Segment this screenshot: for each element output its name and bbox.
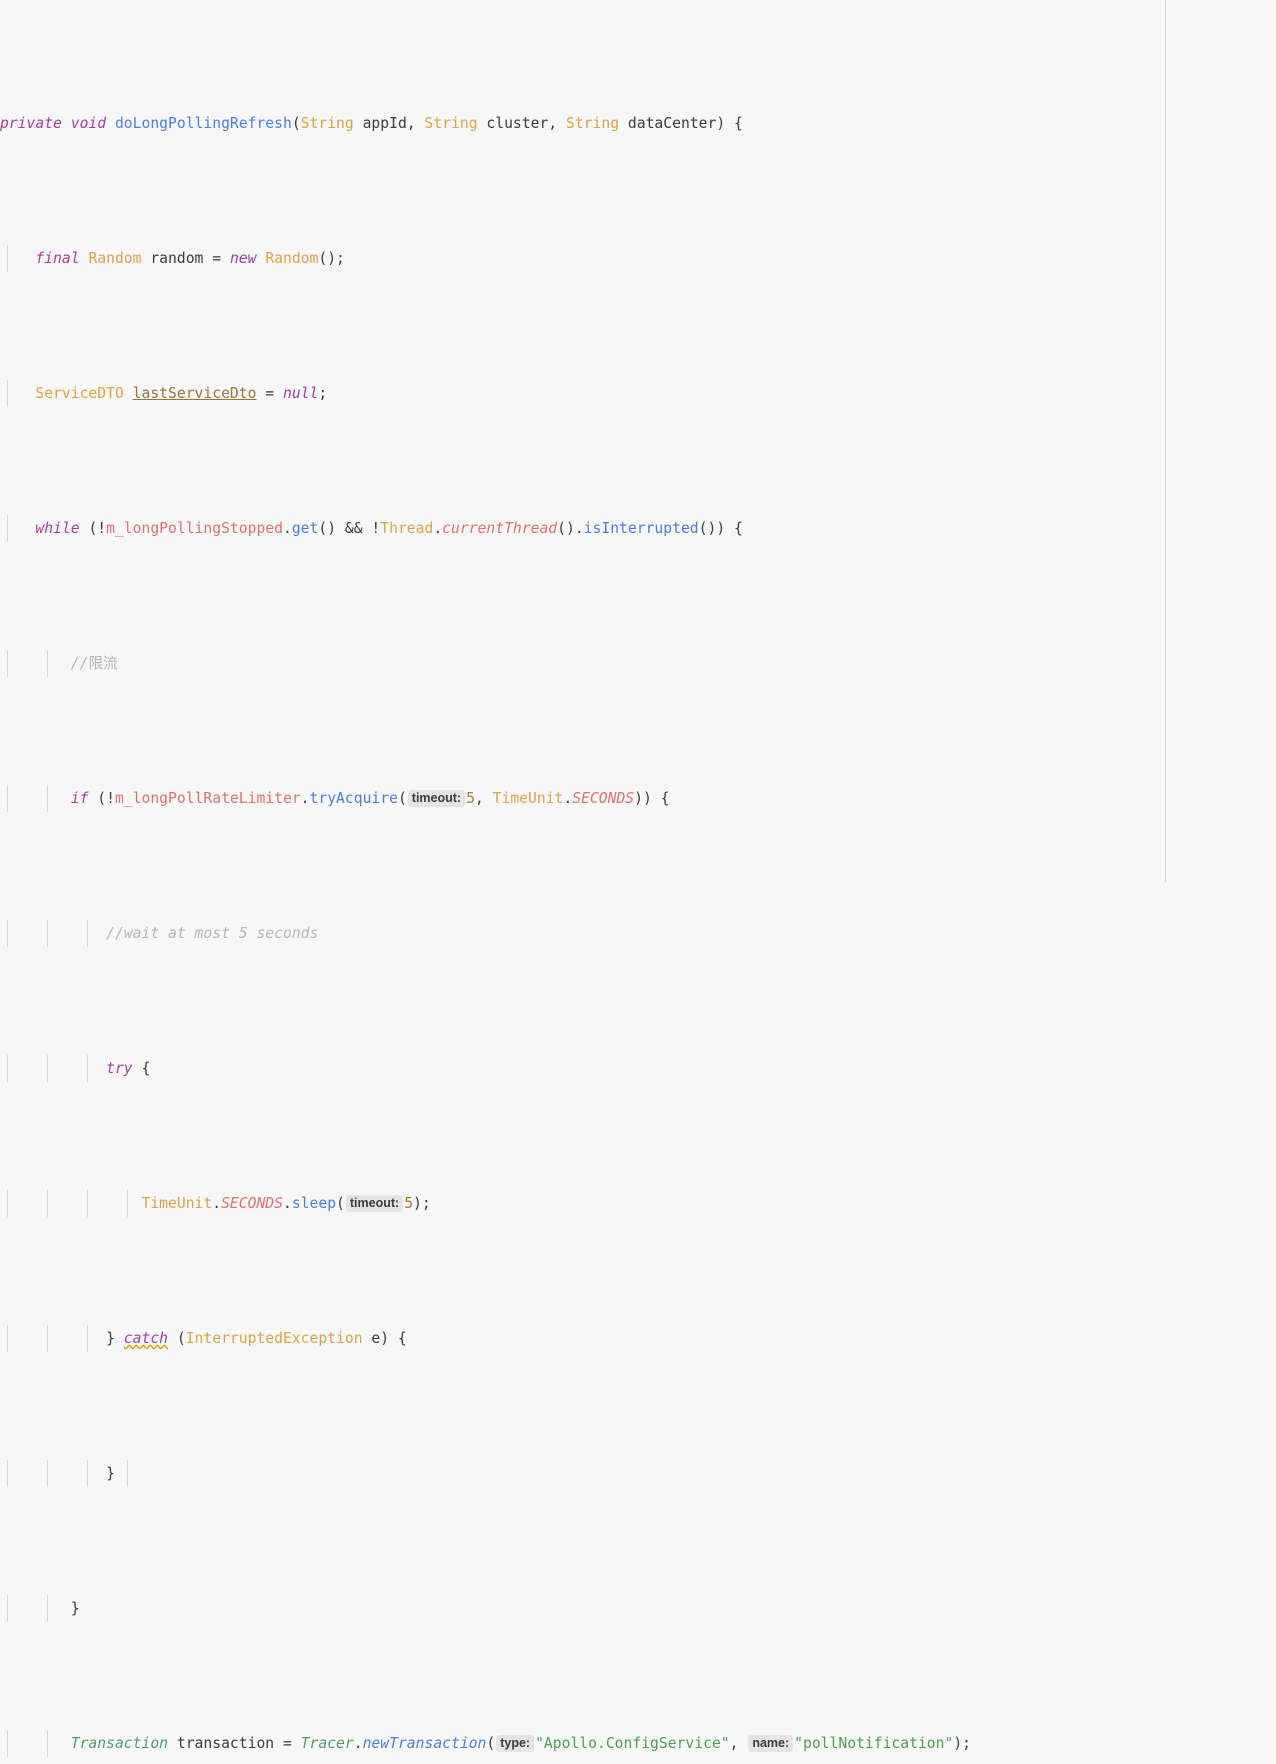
code-editor-pane[interactable]: private void doLongPollingRefresh(String… bbox=[0, 0, 1276, 1757]
code-line[interactable]: TimeUnit.SECONDS.sleep(timeout: 5); bbox=[0, 1190, 1276, 1217]
inlay-hint-timeout[interactable]: timeout: bbox=[345, 1195, 404, 1212]
code-content[interactable]: private void doLongPollingRefresh(String… bbox=[0, 0, 1276, 1764]
code-line[interactable]: ServiceDTO lastServiceDto = null; bbox=[0, 380, 1276, 407]
code-line[interactable]: if (!m_longPollRateLimiter.tryAcquire(ti… bbox=[0, 785, 1276, 812]
warning-token-catch[interactable]: catch bbox=[124, 1330, 168, 1347]
code-line[interactable]: Transaction transaction = Tracer.newTran… bbox=[0, 1730, 1276, 1757]
code-line[interactable]: } catch (InterruptedException e) { bbox=[0, 1325, 1276, 1352]
code-line[interactable]: while (!m_longPollingStopped.get() && !T… bbox=[0, 515, 1276, 542]
code-line[interactable]: } bbox=[0, 1595, 1276, 1622]
code-line[interactable]: } bbox=[0, 1460, 1276, 1487]
inlay-hint-name[interactable]: name: bbox=[748, 1735, 794, 1752]
inlay-hint-type[interactable]: type: bbox=[496, 1735, 535, 1752]
code-line[interactable]: //限流 bbox=[0, 650, 1276, 677]
code-line[interactable]: private void doLongPollingRefresh(String… bbox=[0, 110, 1276, 137]
code-line[interactable]: try { bbox=[0, 1055, 1276, 1082]
code-line[interactable]: final Random random = new Random(); bbox=[0, 245, 1276, 272]
code-line[interactable]: //wait at most 5 seconds bbox=[0, 920, 1276, 947]
inlay-hint-timeout[interactable]: timeout: bbox=[407, 790, 466, 807]
